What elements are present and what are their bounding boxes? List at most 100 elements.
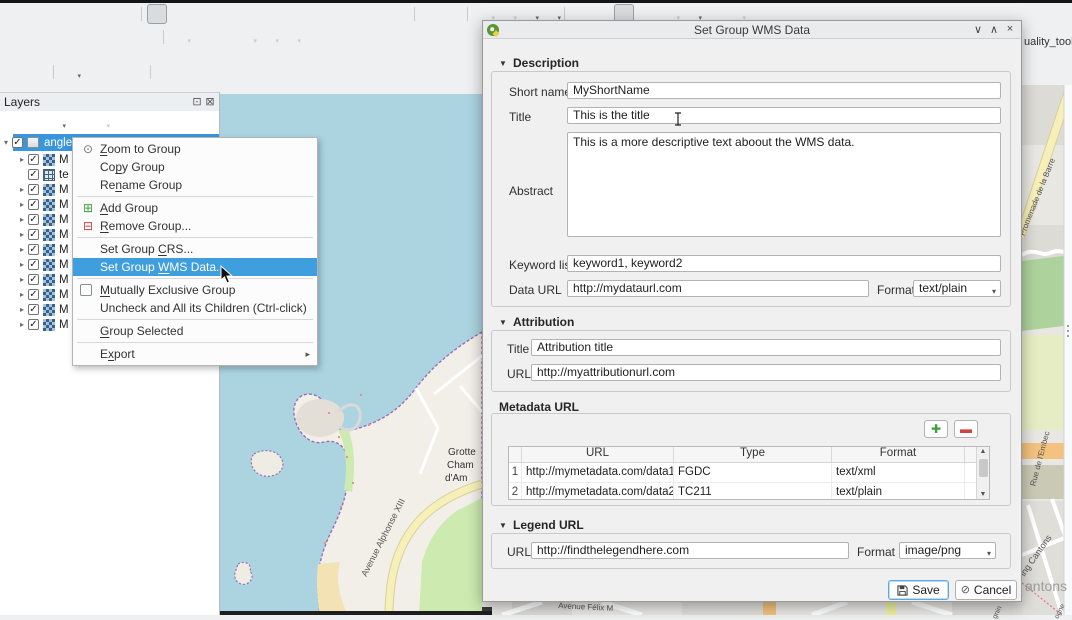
paste-features-icon[interactable] [389,27,409,47]
highlight-labels-icon[interactable] [81,62,101,82]
attribution-url-input[interactable]: http://myattributionurl.com [531,364,1001,381]
collapse-all-icon[interactable] [134,114,152,132]
layer-checkbox[interactable]: ✓ [28,244,39,255]
layer-checkbox[interactable]: ✓ [28,259,39,270]
menu-item-copy-group[interactable]: Copy Group ▸ [73,158,317,176]
layer-expander-icon[interactable]: ▸ [16,245,28,254]
save-layer-edits-icon[interactable] [213,27,233,47]
new-geopackage-layer-icon[interactable] [6,27,26,47]
layer-checkbox[interactable]: ✓ [28,319,39,330]
menu-item-rename-group[interactable]: Rename Group ▸ [73,176,317,194]
group-checkbox[interactable]: ✓ [12,137,23,148]
copy-features-icon[interactable] [367,27,387,47]
zoom-out-icon[interactable] [213,4,233,24]
curved-label-icon[interactable] [125,62,145,82]
show-bookmarks-icon[interactable] [389,4,409,24]
layer-expander-icon[interactable]: ▸ [16,275,28,284]
menu-item-mutually-exclusive-group[interactable]: Mutually Exclusive Group ▸ [73,281,317,299]
layer-expander-icon[interactable]: ▸ [16,290,28,299]
remove-row-button[interactable]: ▬ [954,420,978,438]
attribution-title-input[interactable]: Attribution title [531,339,1001,356]
cancel-button[interactable]: ⊘ Cancel [955,580,1017,600]
menu-item-zoom-to-group[interactable]: ⊙ Zoom to Group ▸ [73,140,317,158]
menu-item-remove-group[interactable]: ⊟ Remove Group... ▸ [73,217,317,235]
current-edits-icon[interactable] [169,27,189,47]
cell-url[interactable]: http://mymetadata.com/data1 [522,463,674,482]
layout-manager-icon[interactable] [94,4,114,24]
new-vector-layer-icon[interactable] [50,27,70,47]
layer-checkbox[interactable]: ✓ [28,229,39,240]
layer-checkbox[interactable]: ✓ [28,304,39,315]
legend-format-select[interactable]: image/png [899,542,996,559]
new-virtual-layer-icon[interactable] [138,27,158,47]
layers-panel-float-button[interactable]: ⊡ [191,95,203,108]
cell-type[interactable]: TC211 [674,483,832,500]
scrollbar-thumb[interactable] [979,459,988,477]
dialog-shade-button[interactable]: ∨ [971,23,985,36]
column-header-format[interactable]: Format [832,447,965,462]
menu-item-add-group[interactable]: ⊞ Add Group ▸ [73,199,317,217]
column-header-type[interactable]: Type [674,447,832,462]
menu-item-set-group-wms-data[interactable]: Set Group WMS Data... ▸ [73,258,317,276]
new-raster-layer-icon[interactable] [116,27,136,47]
layer-checkbox[interactable]: ✓ [28,214,39,225]
layers-panel-close-button[interactable]: ⊠ [204,95,216,108]
metasearch-icon[interactable] [156,62,176,82]
layer-expander-icon[interactable]: ▸ [16,185,28,194]
data-url-input[interactable]: http://mydataurl.com [567,280,869,297]
legend-url-section-header[interactable]: Legend URL [513,518,584,532]
vertex-tool-icon[interactable] [279,27,299,47]
save-button[interactable]: Save [888,580,949,600]
zoom-to-layer-icon[interactable] [279,4,299,24]
abstract-textarea[interactable]: This is a more descriptive text aboout t… [567,132,1001,237]
save-project-icon[interactable] [50,4,70,24]
new-project-icon[interactable] [6,4,26,24]
menu-item-export[interactable]: Export ▸ [73,345,317,363]
new-print-layout-icon[interactable] [72,4,92,24]
toggle-editing-icon[interactable] [191,27,211,47]
zoom-last-icon[interactable] [323,4,343,24]
temporal-controller-icon[interactable] [420,4,440,24]
collapse-arrow-icon[interactable]: ▼ [499,521,507,530]
manage-map-themes-icon[interactable] [46,114,64,132]
zoom-full-icon[interactable] [235,4,255,24]
layer-expander-icon[interactable]: ▸ [16,305,28,314]
layer-checkbox[interactable]: ✓ [28,199,39,210]
menu-item-checkbox[interactable] [80,284,92,296]
menu-item-group-selected[interactable]: Group Selected ▸ [73,322,317,340]
expand-all-icon[interactable] [112,114,130,132]
short-name-input[interactable]: MyShortName [567,82,1001,99]
menu-item-uncheck-all-children[interactable]: Uncheck and All its Children (Ctrl-click… [73,299,317,317]
cell-type[interactable]: FGDC [674,463,832,482]
layer-expander-icon[interactable]: ▸ [16,260,28,269]
filter-by-expression-icon[interactable] [90,114,108,132]
metadata-table[interactable]: URL Type Format 1 http://mymetadata.com/… [508,446,990,500]
layer-expander-icon[interactable]: ▸ [16,320,28,329]
zoom-next-icon[interactable] [345,4,365,24]
cell-format[interactable]: text/xml [832,463,965,482]
pan-map-icon[interactable] [147,4,167,24]
modify-attributes-icon[interactable] [301,27,321,47]
metadata-row[interactable]: 1 http://mymetadata.com/data1 FGDC text/… [509,463,989,483]
delete-selected-icon[interactable] [323,27,343,47]
filter-legend-icon[interactable] [68,114,86,132]
move-label-icon[interactable] [6,62,26,82]
open-project-icon[interactable] [28,4,48,24]
zoom-native-icon[interactable] [301,4,321,24]
zoom-in-icon[interactable] [191,4,211,24]
scroll-down-icon[interactable]: ▼ [977,491,989,498]
collapse-arrow-icon[interactable]: ▼ [499,59,507,68]
new-bookmark-icon[interactable] [367,4,387,24]
legend-url-input[interactable]: http://findthelegendhere.com [531,542,849,559]
dialog-close-button[interactable]: × [1003,23,1017,35]
refresh-map-icon[interactable] [442,4,462,24]
layer-checkbox[interactable]: ✓ [28,154,39,165]
open-layer-styling-icon[interactable] [2,114,20,132]
dialog-restore-button[interactable]: ∧ [987,23,1001,36]
collapse-arrow-icon[interactable]: ▼ [499,318,507,327]
attribution-section-header[interactable]: Attribution [513,315,574,329]
layer-checkbox[interactable]: ✓ [28,184,39,195]
layer-checkbox[interactable]: ✓ [28,274,39,285]
zoom-to-selection-icon[interactable] [257,4,277,24]
keyword-list-input[interactable]: keyword1, keyword2 [567,255,1001,272]
